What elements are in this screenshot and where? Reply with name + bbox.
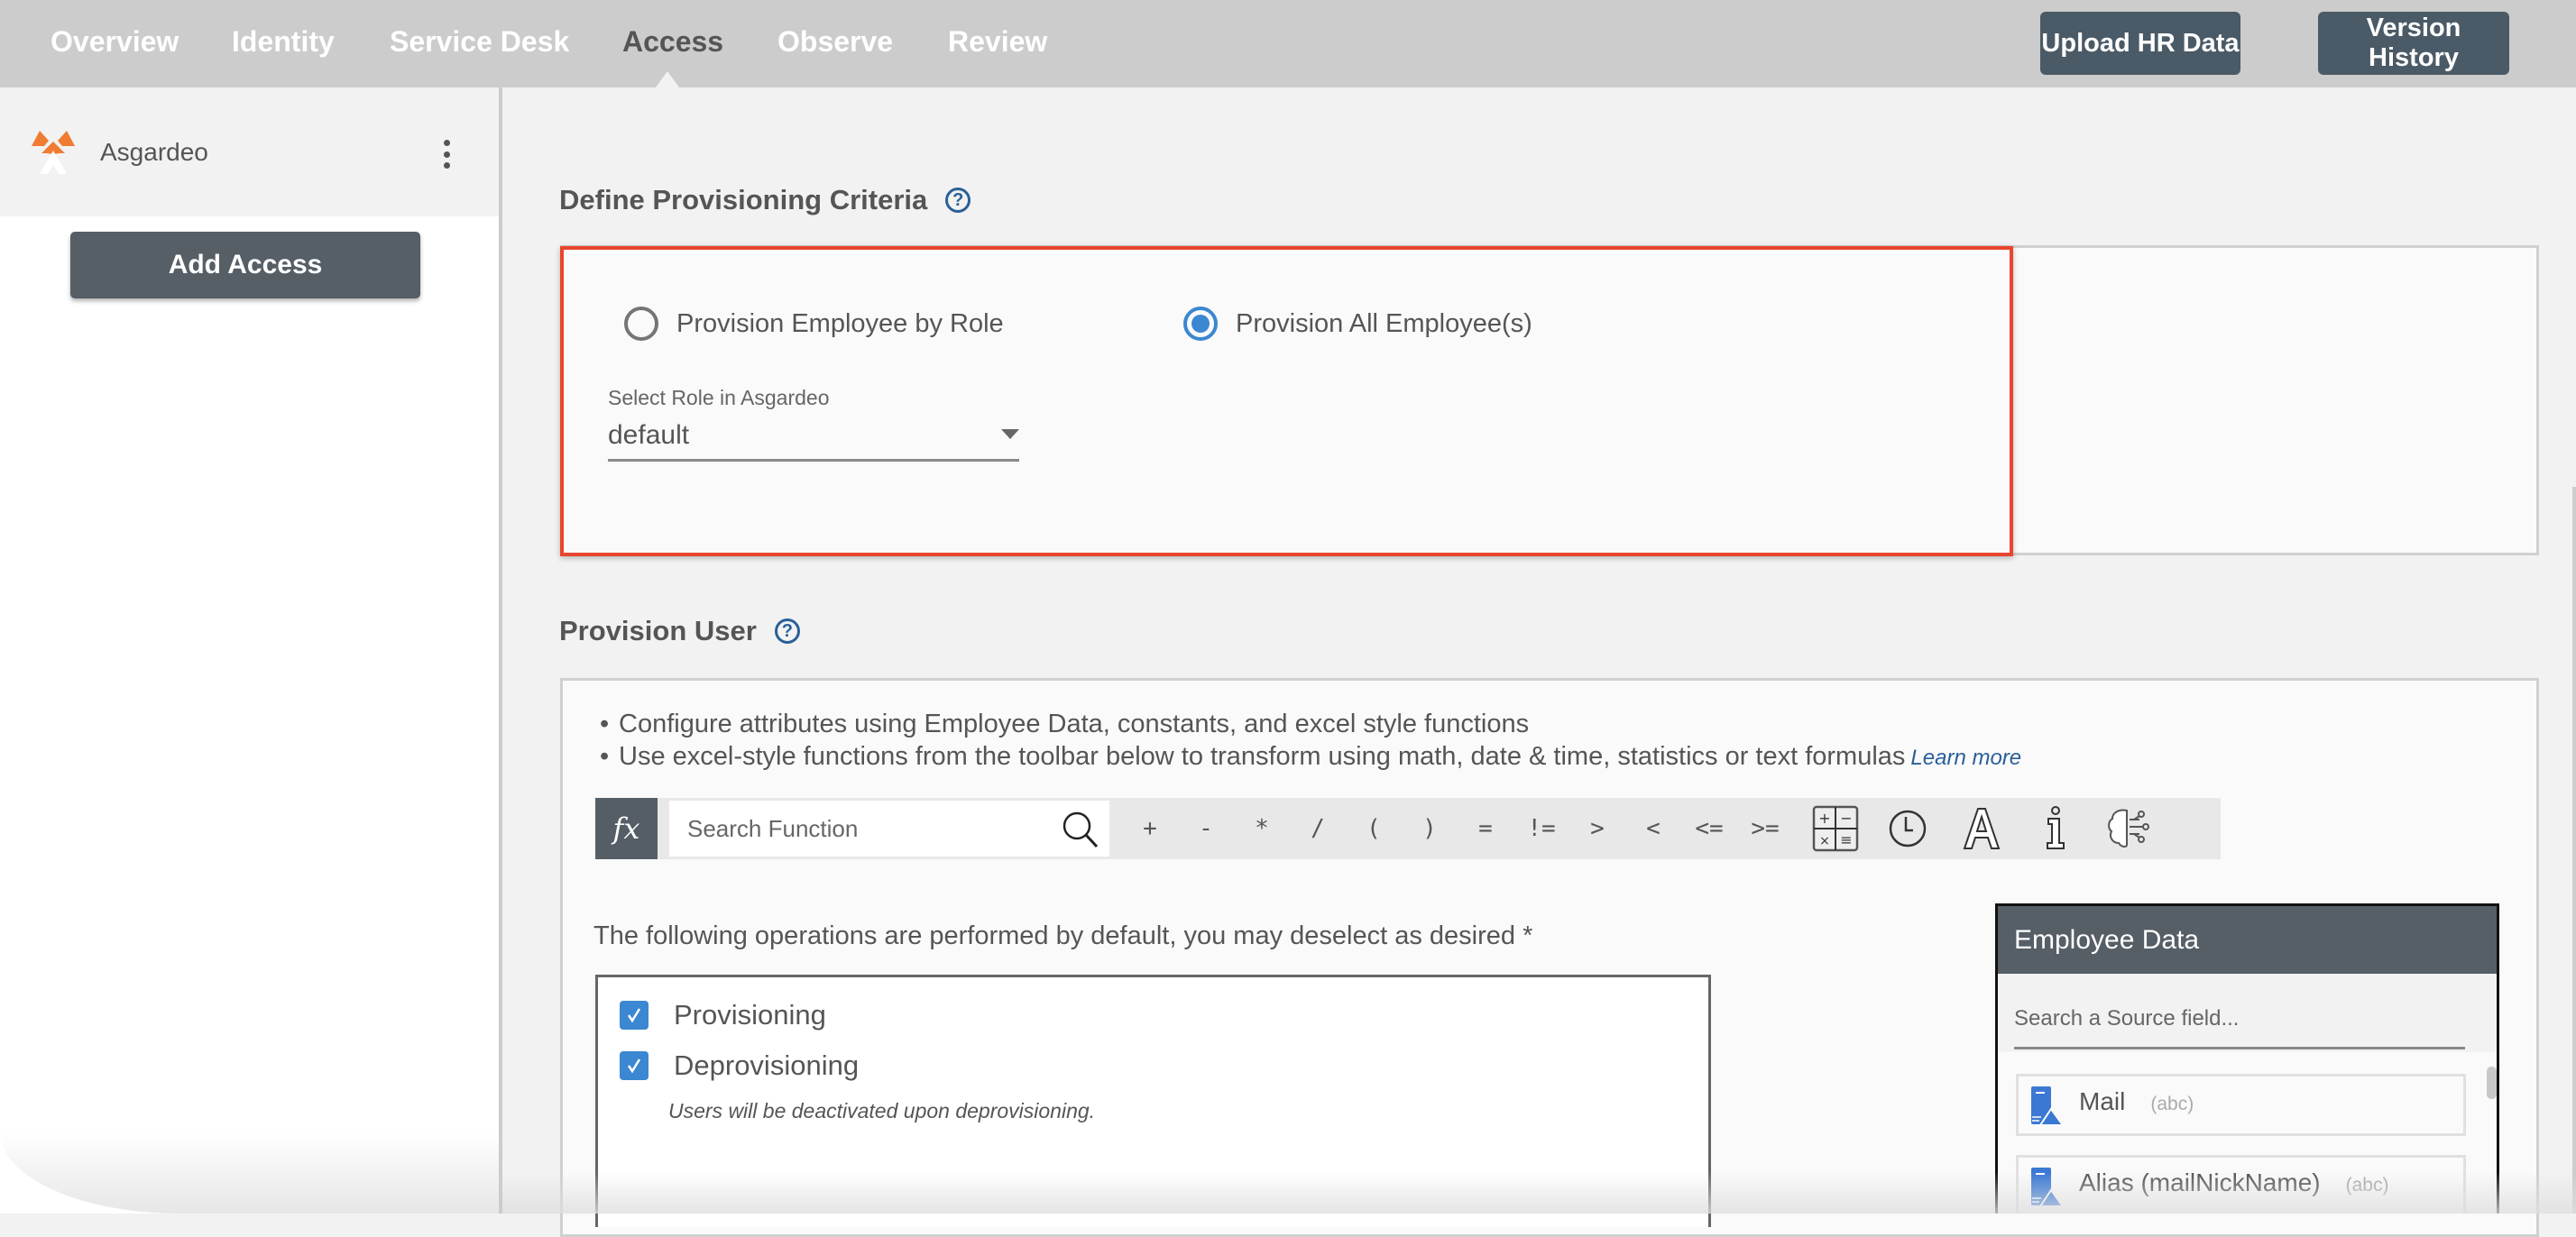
role-select-label: Select Role in Asgardeo [608, 386, 830, 409]
tab-review[interactable]: Review [948, 25, 1047, 59]
operator-close-paren[interactable]: ) [1407, 798, 1452, 859]
fx-icon: fx [595, 798, 658, 859]
learn-more-link[interactable]: Learn more [1910, 746, 2021, 770]
top-navigation: Overview Identity Service Desk Access Ob… [0, 0, 2576, 87]
operator-greater[interactable]: > [1575, 798, 1620, 859]
operator-divide[interactable]: / [1295, 798, 1340, 859]
app-name: Asgardeo [100, 138, 208, 166]
employee-data-panel: Employee Data Mail(abc) Alias (mailNickN… [1995, 903, 2499, 1214]
tab-access[interactable]: Access [622, 25, 723, 59]
field-icon [2031, 1168, 2064, 1207]
sidebar-app-item[interactable]: Asgardeo [0, 87, 499, 216]
instructions-list: Configure attributes using Employee Data… [600, 708, 2021, 774]
sidebar-fade [0, 1132, 499, 1214]
operator-equals[interactable]: = [1463, 798, 1508, 859]
add-access-button[interactable]: Add Access [70, 232, 420, 298]
checkbox-checked-icon [620, 1001, 649, 1030]
operations-label: The following operations are performed b… [593, 921, 1533, 950]
info-icon[interactable] [2031, 805, 2080, 852]
function-toolbar: fx + - * / ( ) = != > < <= >= + − × ≡ [595, 798, 2221, 859]
tab-identity[interactable]: Identity [232, 25, 335, 59]
field-name: Mail (abc) [2079, 1087, 2194, 1115]
math-calculator-icon[interactable]: + − × ≡ [1811, 805, 1860, 852]
kebab-menu-icon[interactable] [435, 140, 458, 169]
dropdown-arrow-icon [1001, 429, 1019, 439]
page-scrollbar[interactable] [2572, 487, 2576, 1214]
provision-user-section-title: Provision User ? [559, 615, 800, 647]
help-icon[interactable]: ? [774, 618, 800, 644]
radio-label: Provision All Employee(s) [1236, 308, 1532, 338]
checkbox-deprovisioning[interactable]: Deprovisioning [620, 1049, 859, 1082]
radio-label: Provision Employee by Role [676, 308, 1004, 338]
checkbox-label: Deprovisioning [674, 1049, 860, 1081]
checkbox-label: Provisioning [674, 999, 826, 1031]
asgardeo-logo-icon [29, 131, 78, 174]
version-history-button[interactable]: Version History [2318, 12, 2509, 75]
operator-not-equals[interactable]: != [1519, 798, 1564, 859]
radio-selected-icon [1183, 307, 1218, 341]
instruction-item: Use excel-style functions from the toolb… [600, 740, 2021, 774]
instruction-item: Configure attributes using Employee Data… [600, 708, 2021, 740]
employee-field-item[interactable]: Alias (mailNickName) (abc) [2016, 1155, 2466, 1214]
operator-less-equal[interactable]: <= [1687, 798, 1732, 859]
operator-minus[interactable]: - [1183, 798, 1228, 859]
operator-multiply[interactable]: * [1239, 798, 1284, 859]
text-icon[interactable] [1957, 805, 2006, 852]
help-icon[interactable]: ? [945, 188, 971, 213]
operator-greater-equal[interactable]: >= [1743, 798, 1788, 859]
role-select-value: default [608, 420, 690, 450]
deprovisioning-note: Users will be deactivated upon deprovisi… [668, 1099, 1096, 1122]
field-name: Alias (mailNickName) (abc) [2079, 1168, 2389, 1196]
field-list-scrollbar[interactable] [2487, 1067, 2497, 1099]
role-select[interactable]: default [608, 417, 1019, 462]
operator-plus[interactable]: + [1127, 798, 1173, 859]
svg-text:≡: ≡ [1840, 831, 1852, 848]
field-icon [2031, 1086, 2064, 1126]
provision-user-title: Provision User [559, 615, 757, 646]
field-type: (abc) [2150, 1094, 2194, 1114]
function-search-input[interactable] [669, 801, 1048, 857]
tab-observe[interactable]: Observe [777, 25, 893, 59]
ai-brain-icon[interactable] [2103, 805, 2152, 852]
source-field-search-input[interactable] [2014, 992, 2465, 1046]
employee-field-list: Mail (abc) Alias (mailNickName) (abc) [1998, 1052, 2497, 1214]
radio-unselected-icon [624, 307, 658, 341]
criteria-section-title: Define Provisioning Criteria ? [559, 184, 971, 216]
checkbox-checked-icon [620, 1051, 649, 1080]
function-search [669, 801, 1109, 857]
employee-data-header: Employee Data [1998, 906, 2497, 974]
svg-text:−: − [1840, 810, 1852, 827]
tab-overview[interactable]: Overview [51, 25, 179, 59]
radio-provision-by-role[interactable]: Provision Employee by Role [624, 307, 1004, 341]
sidebar: Asgardeo Add Access [0, 87, 502, 1214]
employee-field-item[interactable]: Mail (abc) [2016, 1074, 2466, 1136]
clock-icon[interactable] [1883, 805, 1932, 852]
tab-service-desk[interactable]: Service Desk [390, 25, 569, 59]
active-tab-indicator [656, 71, 679, 87]
search-icon[interactable] [1061, 810, 1100, 849]
svg-text:+: + [1818, 810, 1830, 827]
field-type: (abc) [2345, 1175, 2389, 1196]
operator-open-paren[interactable]: ( [1351, 798, 1396, 859]
upload-hr-data-button[interactable]: Upload HR Data [2040, 12, 2240, 75]
radio-provision-all[interactable]: Provision All Employee(s) [1183, 307, 1532, 341]
checkbox-provisioning[interactable]: Provisioning [620, 999, 826, 1031]
criteria-title: Define Provisioning Criteria [559, 184, 928, 215]
source-field-search [2014, 992, 2465, 1049]
svg-text:×: × [1819, 834, 1830, 848]
operator-less[interactable]: < [1631, 798, 1676, 859]
